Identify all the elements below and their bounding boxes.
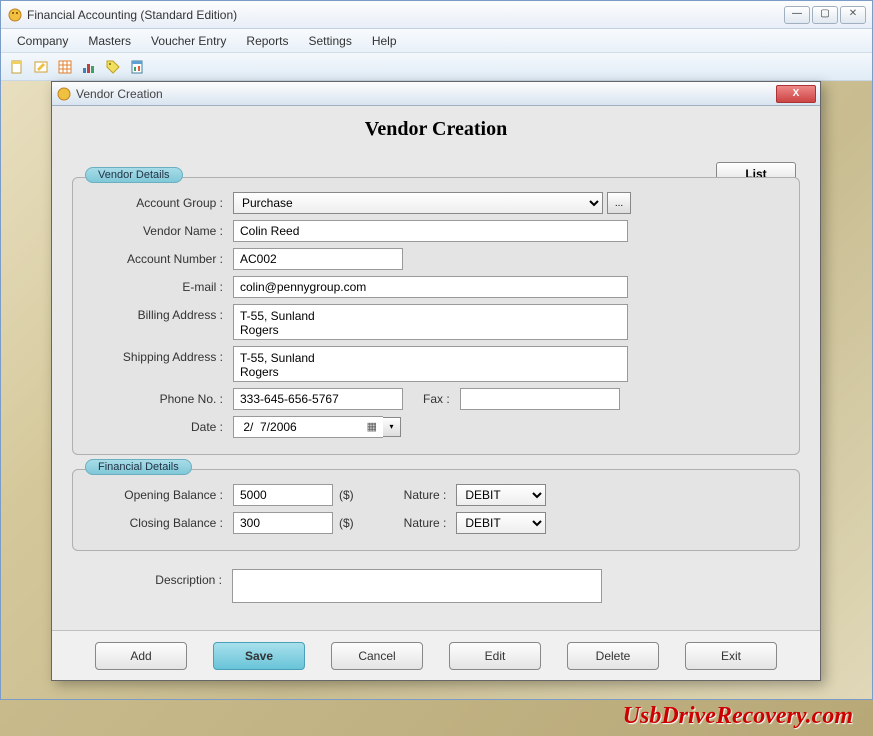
closing-balance-label: Closing Balance :	[93, 516, 233, 530]
app-icon	[7, 7, 23, 23]
description-label: Description :	[92, 569, 232, 587]
watermark: UsbDriveRecovery.com	[623, 703, 853, 730]
account-group-browse-button[interactable]: ...	[607, 192, 631, 214]
dialog-title-bar: Vendor Creation X	[52, 82, 820, 106]
fax-label: Fax :	[403, 392, 460, 406]
main-window: Financial Accounting (Standard Edition) …	[0, 0, 873, 700]
email-label: E-mail :	[93, 280, 233, 294]
menu-help[interactable]: Help	[362, 31, 407, 51]
account-group-select[interactable]: Purchase	[233, 192, 603, 214]
closing-currency-label: ($)	[333, 516, 354, 530]
report-icon[interactable]	[127, 57, 147, 77]
exit-button[interactable]: Exit	[685, 642, 777, 670]
opening-balance-input[interactable]	[233, 484, 333, 506]
maximize-button[interactable]: ▢	[812, 6, 838, 24]
email-input[interactable]	[233, 276, 628, 298]
opening-nature-select[interactable]: DEBIT	[456, 484, 546, 506]
minimize-button[interactable]: —	[784, 6, 810, 24]
menu-company[interactable]: Company	[7, 31, 78, 51]
tag-icon[interactable]	[103, 57, 123, 77]
cancel-button[interactable]: Cancel	[331, 642, 423, 670]
fax-input[interactable]	[460, 388, 620, 410]
vendor-name-input[interactable]	[233, 220, 628, 242]
dialog-icon	[56, 86, 72, 102]
closing-balance-input[interactable]	[233, 512, 333, 534]
financial-details-legend: Financial Details	[85, 459, 192, 475]
menu-bar: Company Masters Voucher Entry Reports Se…	[1, 29, 872, 53]
description-row: Description :	[72, 565, 800, 613]
opening-balance-label: Opening Balance :	[93, 488, 233, 502]
toolbar	[1, 53, 872, 81]
content-area: Vendor Creation X Vendor Creation List V…	[1, 81, 872, 699]
add-button[interactable]: Add	[95, 642, 187, 670]
shipping-address-label: Shipping Address :	[93, 346, 233, 364]
closing-nature-label: Nature :	[354, 516, 457, 530]
save-button[interactable]: Save	[213, 642, 305, 670]
vendor-details-legend: Vendor Details	[85, 167, 183, 183]
dialog-close-button[interactable]: X	[776, 85, 816, 103]
dialog-title-text: Vendor Creation	[76, 87, 776, 101]
opening-nature-label: Nature :	[354, 488, 457, 502]
vendor-creation-dialog: Vendor Creation X Vendor Creation List V…	[51, 81, 821, 681]
account-number-input[interactable]	[233, 248, 403, 270]
dialog-body: Vendor Creation List Vendor Details Acco…	[52, 106, 820, 680]
billing-address-input[interactable]: T-55, Sunland Rogers	[233, 304, 628, 340]
grid-icon[interactable]	[55, 57, 75, 77]
account-group-label: Account Group :	[93, 196, 233, 210]
billing-address-label: Billing Address :	[93, 304, 233, 322]
edit-button[interactable]: Edit	[449, 642, 541, 670]
window-title: Financial Accounting (Standard Edition)	[27, 8, 784, 22]
phone-input[interactable]	[233, 388, 403, 410]
window-controls: — ▢ ✕	[784, 6, 866, 24]
opening-currency-label: ($)	[333, 488, 354, 502]
closing-nature-select[interactable]: DEBIT	[456, 512, 546, 534]
button-bar: Add Save Cancel Edit Delete Exit	[52, 630, 820, 680]
delete-button[interactable]: Delete	[567, 642, 659, 670]
shipping-address-input[interactable]: T-55, Sunland Rogers	[233, 346, 628, 382]
menu-reports[interactable]: Reports	[236, 31, 298, 51]
close-button[interactable]: ✕	[840, 6, 866, 24]
title-bar: Financial Accounting (Standard Edition) …	[1, 1, 872, 29]
account-number-label: Account Number :	[93, 252, 233, 266]
phone-label: Phone No. :	[93, 392, 233, 406]
description-input[interactable]	[232, 569, 602, 603]
financial-details-fieldset: Financial Details Opening Balance : ($) …	[72, 469, 800, 551]
vendor-details-fieldset: Vendor Details Account Group : Purchase …	[72, 177, 800, 455]
date-dropdown-button[interactable]: ▾	[383, 417, 401, 437]
dialog-heading: Vendor Creation	[52, 106, 820, 149]
vendor-name-label: Vendor Name :	[93, 224, 233, 238]
menu-settings[interactable]: Settings	[298, 31, 361, 51]
date-label: Date :	[93, 420, 233, 434]
menu-voucher-entry[interactable]: Voucher Entry	[141, 31, 236, 51]
menu-masters[interactable]: Masters	[78, 31, 141, 51]
edit-icon[interactable]	[31, 57, 51, 77]
new-file-icon[interactable]	[7, 57, 27, 77]
date-input[interactable]	[233, 416, 383, 438]
chart-icon[interactable]	[79, 57, 99, 77]
